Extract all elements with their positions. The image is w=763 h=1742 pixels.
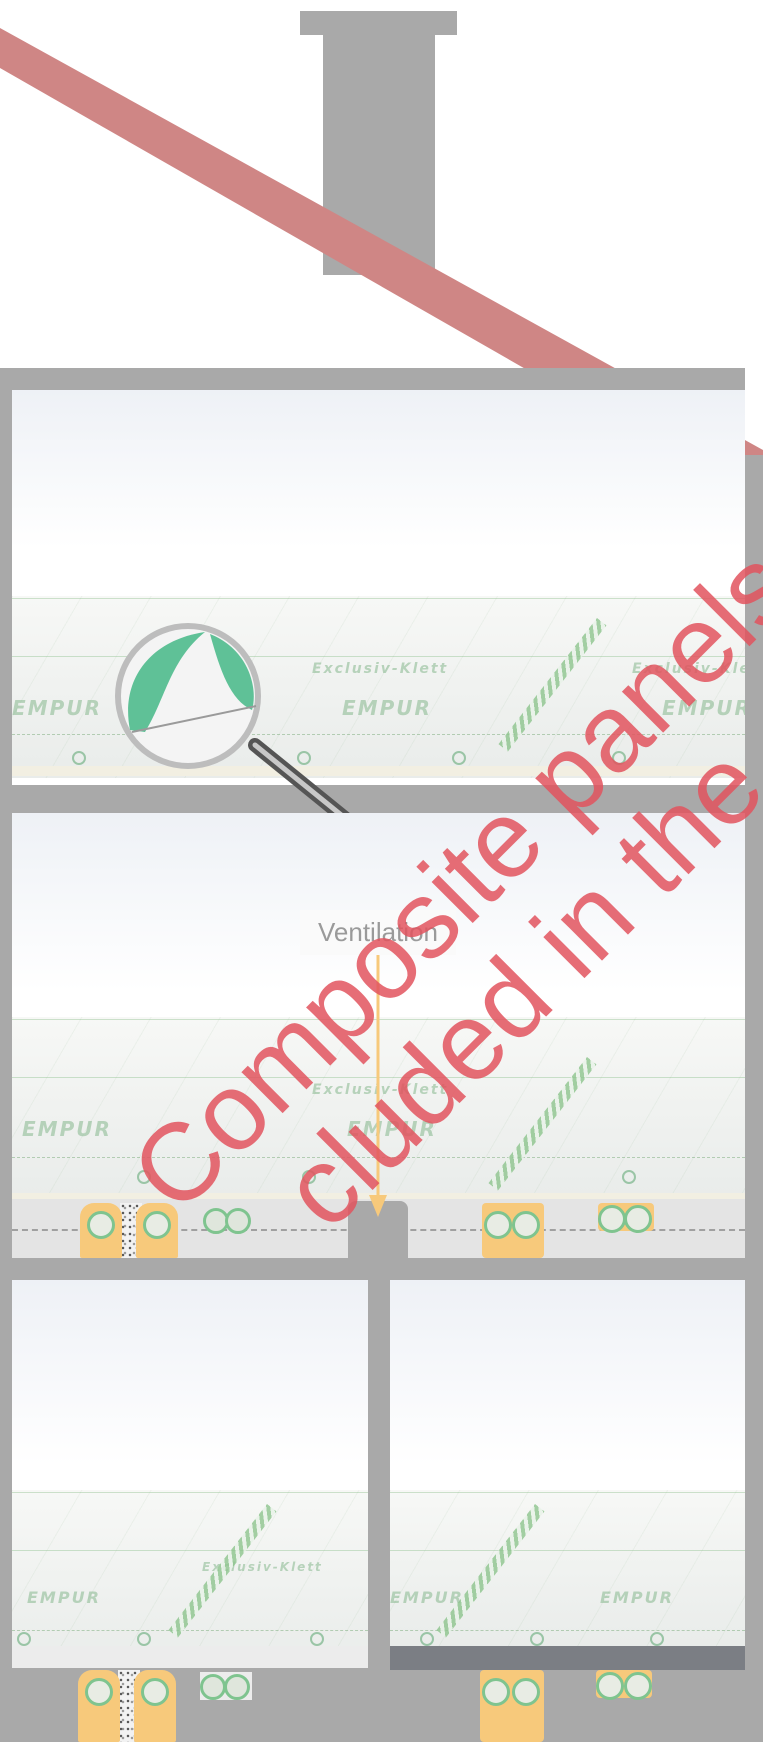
heating-pipe [598,1203,654,1233]
attic-floor-slab [0,368,745,390]
lower-left-insulation [12,1646,368,1668]
pipe-pair [203,1206,253,1236]
pipe-pair [200,1672,252,1700]
heating-pipe [136,1203,178,1258]
heating-pipe [596,1670,652,1700]
heating-pipe [482,1203,544,1258]
arrow-down-icon [369,955,387,1217]
panel-brand-text: EMPUR [22,1117,112,1141]
heating-pipe [80,1203,122,1258]
right-outer-wall [745,455,763,1742]
lower-partition-wall [368,1280,390,1742]
chimney-cap [300,11,457,35]
heating-pipe [134,1670,176,1742]
panel-brand-text: EMPUR [600,1588,674,1607]
lower-right-floor-screed [390,1670,745,1742]
panel-product-text: Exclusiv-Klett [632,661,745,677]
panel-brand-text: EMPUR [27,1588,101,1607]
lower-right-insulation [390,1646,745,1670]
heating-pipe [78,1670,120,1742]
left-outer-wall [0,368,12,1742]
lower-right-composite-panel: EMPUR EMPUR [390,1490,745,1646]
panel-brand-text: EMPUR [390,1588,464,1607]
ventilation-label: Ventilation [300,910,456,955]
panel-brand-text: EMPUR [347,1117,437,1141]
lower-left-composite-panel: EMPUR Exclusiv-Klett [12,1490,368,1668]
lower-left-floor-screed [12,1668,368,1742]
heating-pipe [480,1670,544,1742]
panel-brand-text: EMPUR [662,696,745,720]
panel-brand-text: EMPUR [12,696,102,720]
middle-floor-slab [0,1258,763,1280]
